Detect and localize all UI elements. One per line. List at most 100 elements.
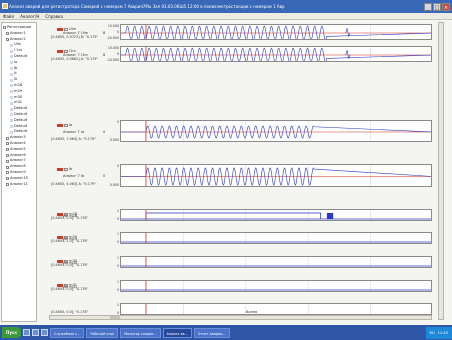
channel-icon bbox=[10, 107, 13, 111]
signal-plot[interactable] bbox=[120, 164, 432, 187]
channel-row: I1m Аналог 7 I1m 8 [0.4655, 0.0662] А; "0.1… bbox=[49, 46, 432, 62]
channel-badge[interactable]: Ia bbox=[57, 123, 72, 127]
channel-icon bbox=[10, 43, 13, 47]
channel-row: [0.4655, 0.0]; "0.178"10012345 bbox=[49, 303, 432, 319]
y-tick-label: 1 bbox=[116, 280, 119, 284]
channel-color-icon bbox=[57, 167, 63, 171]
channel-icon bbox=[10, 90, 13, 94]
signal-plot[interactable] bbox=[120, 280, 432, 292]
y-axis-ticks: 10 bbox=[105, 280, 119, 292]
channel-cursor-readout: [0.4655, 0.0]; "0.178" bbox=[51, 287, 89, 291]
app-icon bbox=[2, 3, 8, 9]
channel-color-icon bbox=[57, 27, 63, 31]
taskbar-task-button[interactable]: Монитор сохран... bbox=[120, 327, 161, 338]
taskbar-task-button[interactable]: Отчет Аварии... bbox=[193, 327, 230, 338]
taskbar: Пуск Служебная с... Рабочий стол Монитор с… bbox=[0, 325, 452, 340]
channel-label-panel: [0.4655, 0.0]; "0.178" 1 0 bbox=[49, 303, 120, 315]
menu-bar: Файл Аналог/Н Справка bbox=[0, 13, 452, 20]
channel-settings-icon[interactable] bbox=[64, 123, 68, 127]
window-controls: _ □ × bbox=[424, 2, 452, 11]
y-tick-label: 0.000 bbox=[109, 183, 119, 187]
signal-plot[interactable] bbox=[120, 120, 432, 142]
signal-plot[interactable] bbox=[120, 256, 432, 268]
maximize-button[interactable]: □ bbox=[433, 2, 441, 11]
y-axis-ticks: 10.000 0 -10.000 bbox=[105, 24, 119, 40]
channel-color-icon bbox=[57, 49, 63, 53]
menu-help[interactable]: Справка bbox=[45, 14, 63, 19]
channel-name: Аналог 7 Ib bbox=[63, 174, 85, 179]
y-tick-label: -10.000 bbox=[106, 36, 119, 40]
scrollbar-thumb[interactable] bbox=[110, 316, 120, 319]
y-axis-ticks: 0 0.000 bbox=[105, 164, 119, 187]
time-axis-label: Время bbox=[246, 310, 258, 314]
tree-item[interactable]: Аналог11 bbox=[2, 182, 36, 188]
quicklaunch-icon[interactable] bbox=[32, 329, 40, 336]
expand-toggle-icon[interactable] bbox=[3, 26, 6, 30]
y-axis-ticks: 10 bbox=[105, 256, 119, 268]
language-indicator[interactable]: RU bbox=[430, 327, 435, 339]
channel-label-panel: m29 Д1 m29 [0.4655, 1.0]; "0.178" 1 0 bbox=[49, 232, 120, 244]
taskbar-task-button[interactable]: Рабочий стол bbox=[86, 327, 119, 338]
channel-cursor-readout: [0.4655, 1.0]; "0.178" bbox=[51, 239, 89, 243]
expand-toggle-icon[interactable] bbox=[6, 148, 9, 152]
channel-row: m28 Д1 m28 [0.4655, 0.0]; "0.178" 1 0 bbox=[49, 209, 432, 221]
channel-badge-label: Ib bbox=[69, 167, 73, 171]
expand-toggle-icon[interactable] bbox=[6, 32, 9, 36]
channel-icon bbox=[10, 124, 13, 128]
channel-tree[interactable]: Регистрация Аналог1 Аналог2 Ulm I 1m Default I… bbox=[1, 22, 37, 322]
channel-name: Аналог 7 Ia bbox=[63, 129, 85, 134]
channel-icon bbox=[10, 61, 13, 65]
expand-toggle-icon[interactable] bbox=[6, 153, 9, 157]
channel-label-panel: m28 Д1 m28 [0.4655, 0.0]; "0.178" 1 0 bbox=[49, 209, 120, 221]
channel-settings-icon[interactable] bbox=[64, 167, 68, 171]
channel-icon bbox=[10, 95, 13, 99]
expand-toggle-icon[interactable] bbox=[6, 182, 9, 186]
channel-label-panel: Ulm Аналог 7 Ulm 8 [0.4655, 0.0723] В; "0.1… bbox=[49, 24, 120, 40]
channel-row: m31 Д1 m31 [0.4655, 0.0]; "0.178" 1 0 bbox=[49, 280, 432, 292]
channel-icon bbox=[10, 101, 13, 105]
tree-item-label: Аналог11 bbox=[10, 181, 28, 186]
quicklaunch-icon[interactable] bbox=[23, 329, 31, 336]
expand-toggle-icon[interactable] bbox=[6, 37, 9, 41]
window-title-bar[interactable]: Анализ аварий для регистратора Самарий с… bbox=[0, 0, 452, 13]
minimize-button[interactable]: _ bbox=[424, 2, 432, 11]
channel-icon bbox=[10, 130, 13, 134]
signal-plot[interactable] bbox=[120, 303, 432, 315]
close-button[interactable]: × bbox=[442, 2, 450, 11]
quicklaunch-icon[interactable] bbox=[41, 329, 49, 336]
y-tick-label: 1 bbox=[116, 232, 119, 236]
expand-toggle-icon[interactable] bbox=[6, 136, 9, 140]
expand-toggle-icon[interactable] bbox=[6, 171, 9, 175]
expand-toggle-icon[interactable] bbox=[6, 177, 9, 181]
taskbar-task-button[interactable]: Служебная с... bbox=[50, 327, 85, 338]
expand-toggle-icon[interactable] bbox=[6, 159, 9, 163]
channel-cursor-readout: [0.4655, 0.0]; "0.178" bbox=[51, 263, 89, 267]
channel-row: m29 Д1 m29 [0.4655, 1.0]; "0.178" 1 0 bbox=[49, 232, 432, 244]
channel-badge[interactable]: Ib bbox=[57, 167, 72, 171]
expand-toggle-icon[interactable] bbox=[6, 165, 9, 169]
channel-label-panel: m30 Д1 m30 [0.4655, 0.0]; "0.178" 1 0 bbox=[49, 256, 120, 268]
channel-icon bbox=[10, 72, 13, 76]
channel-settings-icon[interactable] bbox=[64, 49, 68, 53]
signal-plot[interactable] bbox=[120, 46, 432, 62]
y-tick-label: 0 bbox=[116, 240, 119, 244]
y-tick-label: 1 bbox=[116, 209, 119, 213]
signal-plot[interactable] bbox=[120, 209, 432, 221]
signal-plot[interactable] bbox=[120, 24, 432, 40]
menu-analog[interactable]: Аналог/Н bbox=[20, 14, 39, 19]
vertical-scrollbar[interactable] bbox=[438, 22, 444, 320]
signal-plot[interactable] bbox=[120, 232, 432, 244]
expand-toggle-icon[interactable] bbox=[6, 142, 9, 146]
y-tick-label: 0 bbox=[116, 264, 119, 268]
start-button[interactable]: Пуск bbox=[2, 327, 22, 338]
clock: 11:45 bbox=[437, 330, 448, 335]
menu-file[interactable]: Файл bbox=[3, 14, 14, 19]
horizontal-scrollbar[interactable] bbox=[49, 315, 432, 320]
channel-icon bbox=[10, 55, 13, 59]
signal-transient bbox=[345, 28, 351, 38]
y-axis-ticks: 10 bbox=[105, 303, 119, 315]
channel-settings-icon[interactable] bbox=[64, 27, 68, 31]
y-tick-label: -10.000 bbox=[106, 58, 119, 62]
digital-burst bbox=[326, 213, 334, 219]
taskbar-task-button[interactable]: Анализ ав... bbox=[162, 327, 192, 338]
